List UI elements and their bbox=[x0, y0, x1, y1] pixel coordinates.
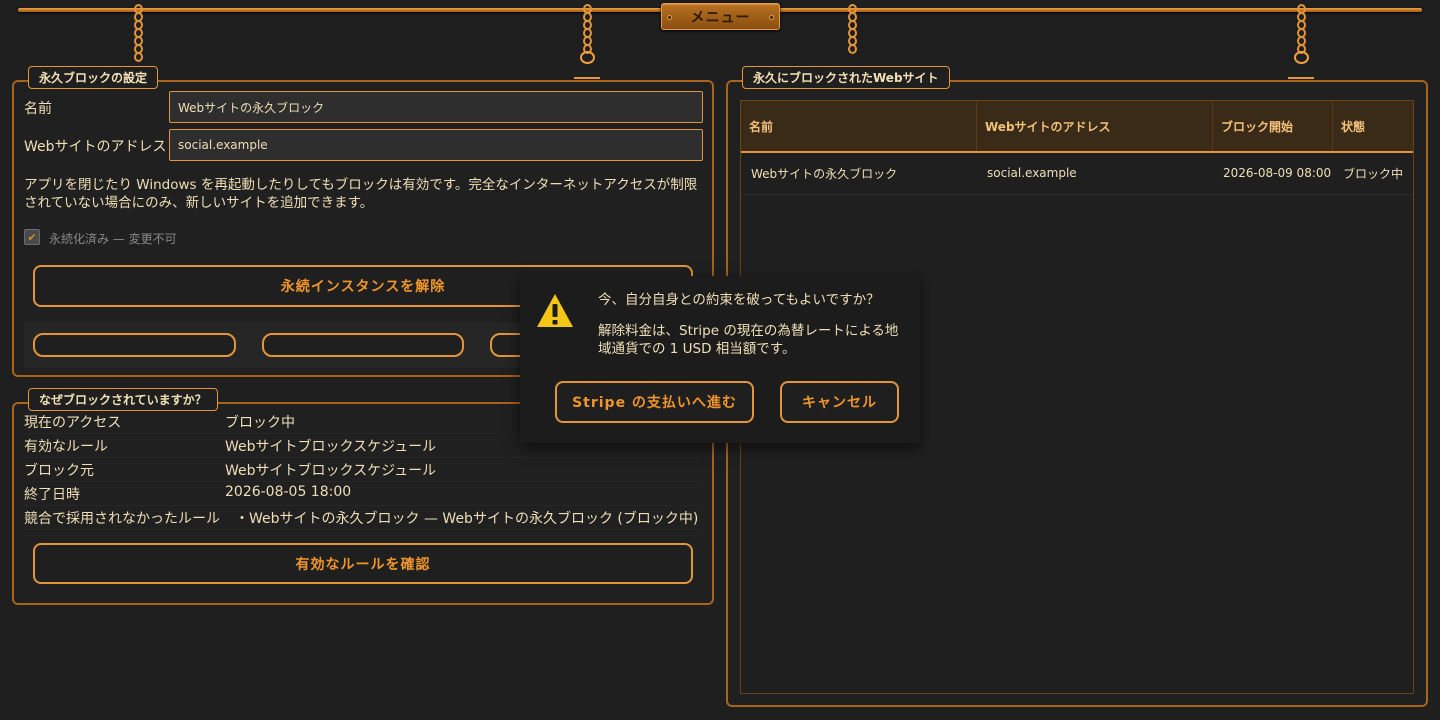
table-row[interactable]: Webサイトの永久ブロック social.example 2026-08-09 … bbox=[741, 153, 1413, 195]
rivet-icon bbox=[769, 15, 774, 20]
dialog-question: 今、自分自身との約束を破ってもよいですか？ bbox=[598, 292, 880, 308]
confirm-rules-label: 有効なルールを確認 bbox=[295, 556, 431, 573]
address-label: Webサイトのアドレス bbox=[24, 139, 167, 155]
blocked-sites-legend: 永久にブロックされたWebサイト bbox=[742, 66, 950, 89]
action-button-1[interactable] bbox=[33, 333, 236, 357]
chain-hook bbox=[574, 77, 600, 79]
why-row: 終了日時 2026-08-05 18:00 bbox=[24, 482, 702, 506]
unlock-instance-label: 永続インスタンスを解除 bbox=[280, 279, 446, 295]
confirm-rules-button[interactable]: 有効なルールを確認 bbox=[33, 543, 693, 584]
settings-legend: 永久ブロックの設定 bbox=[28, 66, 159, 89]
dialog-detail: 解除料金は、Stripe の現在の為替レートによる地域通貨での 1 USD 相当… bbox=[598, 323, 899, 357]
column-header-start[interactable]: ブロック開始 bbox=[1213, 101, 1333, 151]
why-row-value: ブロック中 bbox=[225, 415, 295, 431]
cell-name: Webサイトの永久ブロック bbox=[751, 166, 898, 181]
why-row-key: 競合で採用されなかったルール bbox=[24, 511, 220, 527]
why-row-key: ブロック元 bbox=[24, 463, 94, 479]
table-header: 名前 Webサイトのアドレス ブロック開始 状態 bbox=[741, 101, 1413, 153]
persisted-checkbox[interactable]: ✔ bbox=[24, 229, 40, 245]
why-row-value: Webサイトブロックスケジュール bbox=[225, 439, 437, 455]
rivet-icon bbox=[667, 15, 672, 20]
cell-start: 2026-08-09 08:00 bbox=[1223, 166, 1332, 180]
why-row-value: Webサイトブロックスケジュール bbox=[225, 463, 437, 479]
name-input[interactable]: Webサイトの永久ブロック bbox=[169, 91, 703, 123]
column-header-address[interactable]: Webサイトのアドレス bbox=[977, 101, 1213, 151]
confirm-dialog: 今、自分自身との約束を破ってもよいですか？ 解除料金は、Stripe の現在の為… bbox=[520, 276, 920, 443]
name-input-value: Webサイトの永久ブロック bbox=[178, 100, 325, 115]
address-input-value: social.example bbox=[178, 138, 268, 152]
chain-decoration bbox=[130, 4, 146, 62]
why-row-key: 終了日時 bbox=[24, 487, 80, 503]
check-icon: ✔ bbox=[27, 230, 37, 244]
chain-hook bbox=[1288, 77, 1314, 79]
address-input[interactable]: social.example bbox=[169, 129, 703, 161]
why-row: 競合で採用されなかったルール ・Webサイトの永久ブロック — Webサイトの永… bbox=[24, 506, 702, 530]
stripe-proceed-button[interactable]: Stripe の支払いへ進む bbox=[555, 381, 754, 423]
name-label: 名前 bbox=[24, 101, 52, 117]
why-row: ブロック元 Webサイトブロックスケジュール bbox=[24, 458, 702, 482]
cell-status: ブロック中 bbox=[1343, 166, 1404, 181]
column-header-name[interactable]: 名前 bbox=[741, 101, 977, 151]
menu-button[interactable]: メニュー bbox=[661, 3, 780, 30]
why-row-value: ・Webサイトの永久ブロック — Webサイトの永久ブロック (ブロック中) bbox=[235, 511, 699, 527]
settings-description: アプリを閉じたり Windows を再起動したりしてもブロックは有効です。完全な… bbox=[24, 177, 698, 211]
chain-decoration bbox=[579, 4, 595, 64]
cell-address: social.example bbox=[987, 166, 1077, 180]
persisted-label: 永続化済み — 変更不可 bbox=[49, 232, 177, 246]
warning-icon bbox=[537, 294, 573, 327]
why-legend: なぜブロックされていますか？ bbox=[28, 388, 218, 411]
chain-decoration bbox=[1293, 4, 1309, 64]
cancel-button[interactable]: キャンセル bbox=[780, 381, 899, 423]
stripe-proceed-label: Stripe の支払いへ進む bbox=[572, 395, 737, 411]
column-header-status[interactable]: 状態 bbox=[1333, 101, 1413, 151]
why-row-key: 有効なルール bbox=[24, 439, 108, 455]
why-row-value: 2026-08-05 18:00 bbox=[225, 484, 352, 500]
action-button-2[interactable] bbox=[262, 333, 464, 357]
menu-label: メニュー bbox=[690, 9, 751, 26]
cancel-label: キャンセル bbox=[802, 395, 877, 411]
chain-decoration bbox=[844, 4, 860, 54]
why-row-key: 現在のアクセス bbox=[24, 415, 122, 431]
